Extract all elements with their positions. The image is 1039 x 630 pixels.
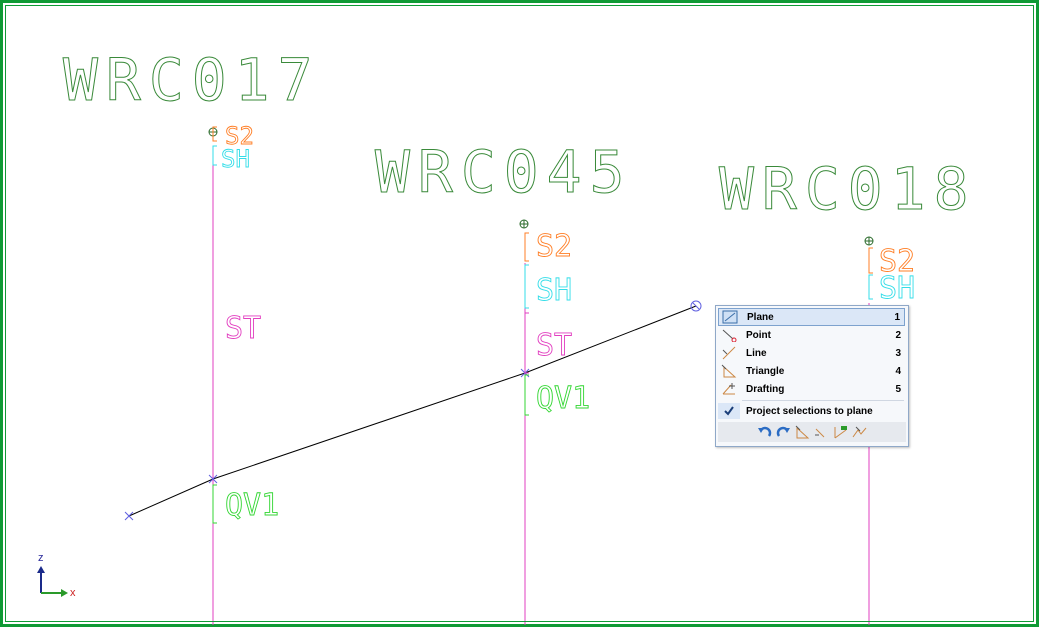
plane-from-points-icon[interactable]	[795, 425, 810, 440]
wire-start-marker[interactable]	[690, 300, 702, 312]
pole-title-wrc017: WRC017	[63, 46, 321, 114]
menu-item-shortcut: 2	[895, 329, 901, 341]
selection-mode-menu: Plane 1 Point 2 Line 3 Triangle 4 Drafti…	[715, 305, 909, 447]
triangle-icon	[718, 363, 740, 379]
menu-toolbar	[718, 422, 906, 442]
menu-item-label: Line	[746, 347, 767, 359]
point-on-line-icon[interactable]	[814, 425, 829, 440]
project-selections-label: Project selections to plane	[746, 405, 873, 417]
label-sh-right: SH	[879, 271, 915, 306]
label-qv1-middle: QV1	[536, 381, 590, 416]
menu-item-plane[interactable]: Plane 1	[718, 308, 905, 326]
project-selections-toggle[interactable]: Project selections to plane	[718, 402, 905, 420]
label-st-middle: ST	[536, 328, 572, 363]
label-s2-middle: S2	[536, 229, 572, 264]
menu-item-point[interactable]: Point 2	[718, 326, 905, 344]
3d-viewport[interactable]: WRC017 WRC045 WRC018 S2 SH ST QV1 S2 SH …	[0, 0, 1039, 627]
menu-item-label: Drafting	[746, 383, 785, 395]
checkmark-icon	[718, 403, 740, 419]
line-icon	[718, 345, 740, 361]
axis-gizmo: z x	[37, 552, 76, 599]
axis-x-label: x	[70, 587, 76, 599]
label-qv1-left: QV1	[225, 488, 279, 523]
snap-icon[interactable]	[833, 425, 848, 440]
redo-icon[interactable]	[776, 425, 791, 440]
menu-item-shortcut: 1	[894, 311, 900, 323]
axis-z-label: z	[38, 552, 44, 564]
menu-item-shortcut: 4	[895, 365, 901, 377]
label-sh-middle: SH	[536, 273, 572, 308]
label-st-left: ST	[225, 311, 261, 346]
point-icon	[718, 327, 740, 343]
plane-icon	[719, 309, 741, 325]
menu-item-label: Point	[746, 329, 771, 341]
pole-title-wrc018: WRC018	[719, 155, 977, 223]
drafting-icon	[718, 381, 740, 397]
undo-icon[interactable]	[757, 425, 772, 440]
menu-item-label: Plane	[747, 311, 774, 323]
label-sh-left: SH	[221, 145, 250, 173]
menu-item-shortcut: 5	[895, 383, 901, 395]
menu-item-line[interactable]: Line 3	[718, 344, 905, 362]
pole-title-wrc045: WRC045	[375, 138, 633, 206]
menu-item-drafting[interactable]: Drafting 5	[718, 380, 905, 398]
menu-item-label: Triangle	[746, 365, 785, 377]
wire-end-marker[interactable]	[124, 511, 134, 521]
cross-icon[interactable]	[852, 425, 867, 440]
menu-item-triangle[interactable]: Triangle 4	[718, 362, 905, 380]
menu-separator	[742, 400, 904, 401]
menu-item-shortcut: 3	[895, 347, 901, 359]
